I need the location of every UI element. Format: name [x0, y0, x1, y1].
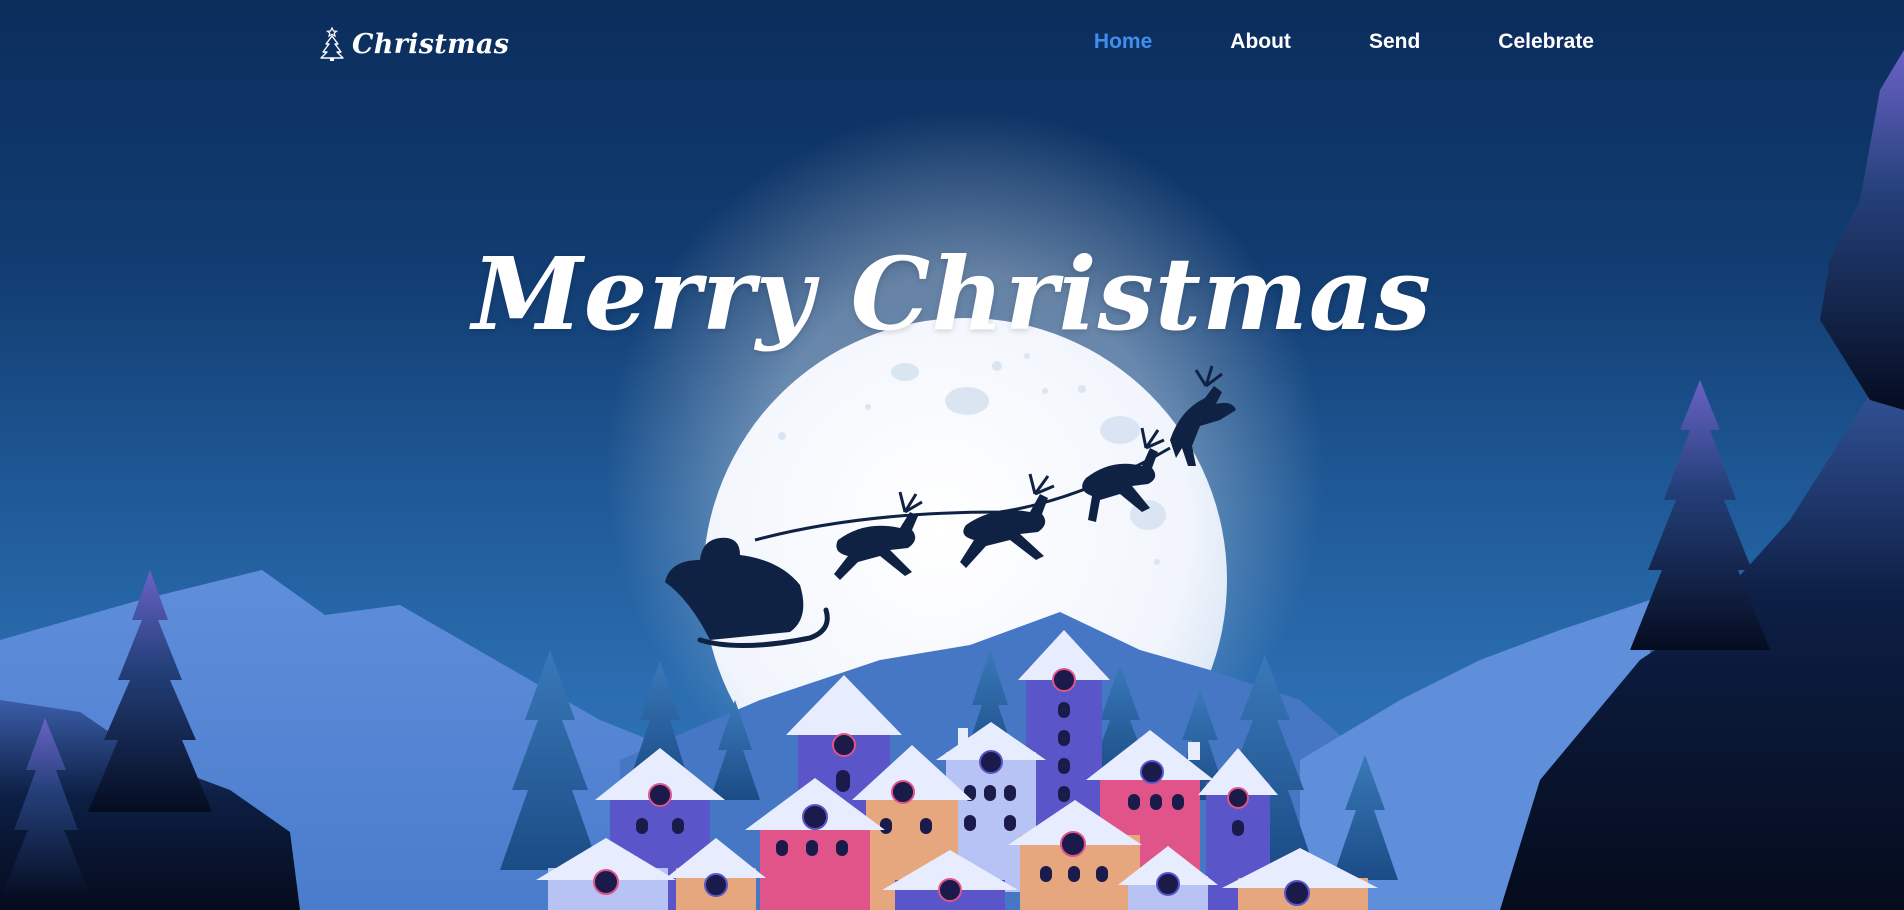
nav-link-send[interactable]: Send — [1369, 30, 1420, 54]
logo-link[interactable]: Christmas — [318, 26, 509, 62]
main-nav: Home About Send Celebrate — [1016, 30, 1594, 54]
christmas-tree-icon — [318, 26, 346, 62]
cliff-right-top — [1820, 50, 1904, 410]
navbar: Christmas Home About Send Celebrate — [0, 0, 1904, 96]
logo-text: Christmas — [352, 28, 510, 60]
page: Christmas Home About Send Celebrate Merr… — [0, 0, 1904, 910]
nav-link-celebrate[interactable]: Celebrate — [1498, 30, 1594, 54]
christmas-night-scene — [0, 50, 1904, 910]
nav-link-about[interactable]: About — [1230, 30, 1291, 54]
nav-link-home[interactable]: Home — [1094, 30, 1152, 54]
hero-title: Merry Christmas — [472, 235, 1432, 353]
tree-right-tall — [1630, 380, 1770, 650]
